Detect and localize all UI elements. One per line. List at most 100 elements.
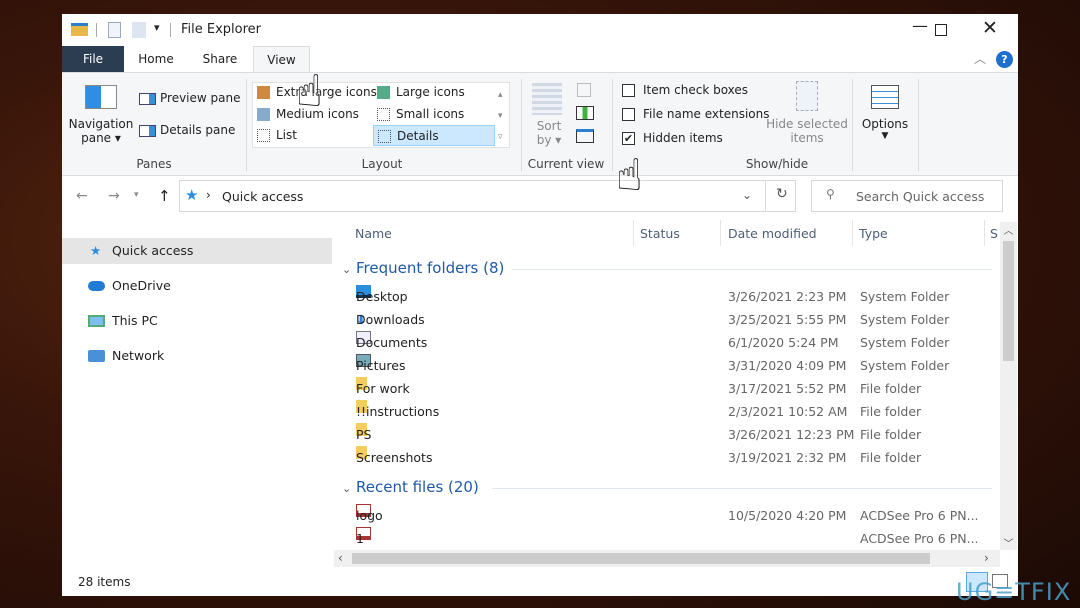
address-bar[interactable]: ★ › Quick access ⌄ ↻ [179,180,796,212]
checkbox-checked[interactable]: ✔ [622,132,635,145]
list-item[interactable]: !!instructions 2/3/2021 10:52 AM File fold… [354,400,974,423]
vertical-scrollbar[interactable]: ︿ ﹀ [1000,222,1017,550]
file-name-extensions-toggle[interactable]: File name extensions [622,107,770,121]
gallery-scroll[interactable]: ▴ ▾ ▿ [498,85,503,148]
list-item[interactable]: ⬇ Downloads 3/25/2021 5:55 PM System Folder [354,308,974,331]
group-frequent-folders[interactable]: ⌄ Frequent folders (8) [342,259,992,277]
close-button[interactable]: ✕ [982,17,998,39]
column-size[interactable]: S [990,226,998,241]
column-date-modified[interactable]: Date modified [728,226,817,241]
layout-details[interactable]: Details [373,125,495,146]
list-item[interactable]: 1 ACDSee Pro 6 PN... [354,527,979,550]
help-icon[interactable]: ? [996,51,1013,68]
item-date: 3/17/2021 5:52 PM [728,381,847,396]
preview-pane-button[interactable]: Preview pane [139,91,240,105]
sort-icon [532,83,562,115]
sort-by-button[interactable]: Sort by ▾ [532,83,566,147]
item-type: System Folder [860,358,950,373]
item-name: 1 [356,531,364,546]
list-item[interactable]: Desktop 3/26/2021 2:23 PM System Folder [354,285,974,308]
up-button[interactable]: ↑ [158,187,171,205]
column-status[interactable]: Status [640,226,680,241]
item-date: 3/19/2021 2:32 PM [728,450,847,465]
nav-item-this-pc[interactable]: This PC [62,308,332,334]
item-date: 3/25/2021 5:55 PM [728,312,847,327]
item-type: File folder [860,427,922,442]
minimize-ribbon-icon[interactable]: ︿ [974,50,986,67]
options-button[interactable]: Options ▼ [858,85,912,141]
nav-item-quick-access[interactable]: ★ Quick access [62,238,332,264]
group-by-icon[interactable] [577,83,591,97]
nav-item-network[interactable]: Network [62,343,332,369]
search-placeholder: Search Quick access [856,189,985,204]
navigation-pane-icon [85,85,117,109]
item-name: PS [356,427,372,442]
details-pane-button[interactable]: Details pane [139,123,235,137]
item-date: 3/26/2021 12:23 PM [728,427,855,442]
hand-cursor-icon: ☝ [616,150,643,201]
list-item[interactable]: Documents 6/1/2020 5:24 PM System Folder [354,331,974,354]
item-date: 6/1/2020 5:24 PM [728,335,839,350]
checkbox[interactable] [622,108,635,121]
ribbon-tabs: File Home Share View ︿ ? [62,46,1018,73]
list-item[interactable]: logo 10/5/2020 4:20 PM ACDSee Pro 6 PN... [354,504,979,527]
item-name: Downloads [356,312,425,327]
tab-home[interactable]: Home [126,46,186,72]
item-name: Pictures [356,358,406,373]
folder-icon [71,23,88,36]
preview-pane-icon [139,92,156,105]
nav-item-onedrive[interactable]: OneDrive [62,273,332,299]
hidden-items-toggle[interactable]: ✔ Hidden items [622,131,723,145]
hide-selected-items-button[interactable]: Hide selected items [764,81,850,145]
new-folder-icon[interactable] [132,22,146,38]
watermark-logo: UG≡TFIX [956,578,1072,606]
title-bar: ▾ File Explorer — ✕ [62,14,1018,46]
item-type: System Folder [860,335,950,350]
layout-large-icons[interactable]: Large icons [377,85,465,99]
checkbox[interactable] [622,84,635,97]
horizontal-scrollbar[interactable]: ‹ › [334,550,1000,567]
tab-share[interactable]: Share [188,46,252,72]
size-columns-icon[interactable] [576,129,594,143]
network-icon [88,350,105,362]
column-name[interactable]: Name [355,226,392,241]
scrollbar-thumb[interactable] [1003,241,1014,361]
scrollbar-thumb[interactable] [352,553,930,564]
list-item[interactable]: Screenshots 3/19/2021 2:32 PM File folder [354,446,974,469]
tab-file[interactable]: File [62,46,124,72]
refresh-button[interactable]: ↻ [776,186,788,202]
customize-toolbar-icon[interactable]: ▾ [154,21,160,34]
item-name: logo [356,508,383,523]
item-name: Desktop [356,289,408,304]
recent-locations-button[interactable]: ▾ [134,190,139,200]
minimize-button[interactable]: — [912,16,928,35]
address-dropdown[interactable]: ⌄ [742,188,752,202]
search-icon: ⚲ [826,187,835,201]
maximize-button[interactable] [935,24,947,36]
layout-list[interactable]: List [257,128,297,142]
properties-icon[interactable] [108,22,121,38]
back-button[interactable]: ← [76,188,88,204]
layout-small-icons[interactable]: Small icons [377,107,464,121]
window-title: File Explorer [181,22,262,37]
layout-gallery: Extra large icons Large icons Medium ico… [252,82,510,148]
item-date: 2/3/2021 10:52 AM [728,404,848,419]
address-path: Quick access [222,189,304,204]
list-item[interactable]: For work 3/17/2021 5:52 PM File folder [354,377,974,400]
column-type[interactable]: Type [859,226,888,241]
star-icon: ★ [90,243,102,258]
search-box[interactable]: ⚲ Search Quick access [811,180,1003,212]
list-item[interactable]: PS 3/26/2021 12:23 PM File folder [354,423,974,446]
cloud-icon [88,281,105,291]
item-name: Documents [356,335,428,350]
item-check-boxes-toggle[interactable]: Item check boxes [622,83,748,97]
group-recent-files[interactable]: ⌄ Recent files (20) [342,478,992,496]
navigation-pane-button[interactable]: Navigation pane ▾ [68,85,134,145]
item-type: ACDSee Pro 6 PN... [860,531,979,546]
item-type: System Folder [860,312,950,327]
item-date: 3/31/2020 4:09 PM [728,358,847,373]
list-item[interactable]: Pictures 3/31/2020 4:09 PM System Folder [354,354,974,377]
forward-button[interactable]: → [108,188,120,204]
navigation-pane: ★ Quick access OneDrive This PC Network [62,232,332,572]
add-columns-icon[interactable] [576,106,594,120]
